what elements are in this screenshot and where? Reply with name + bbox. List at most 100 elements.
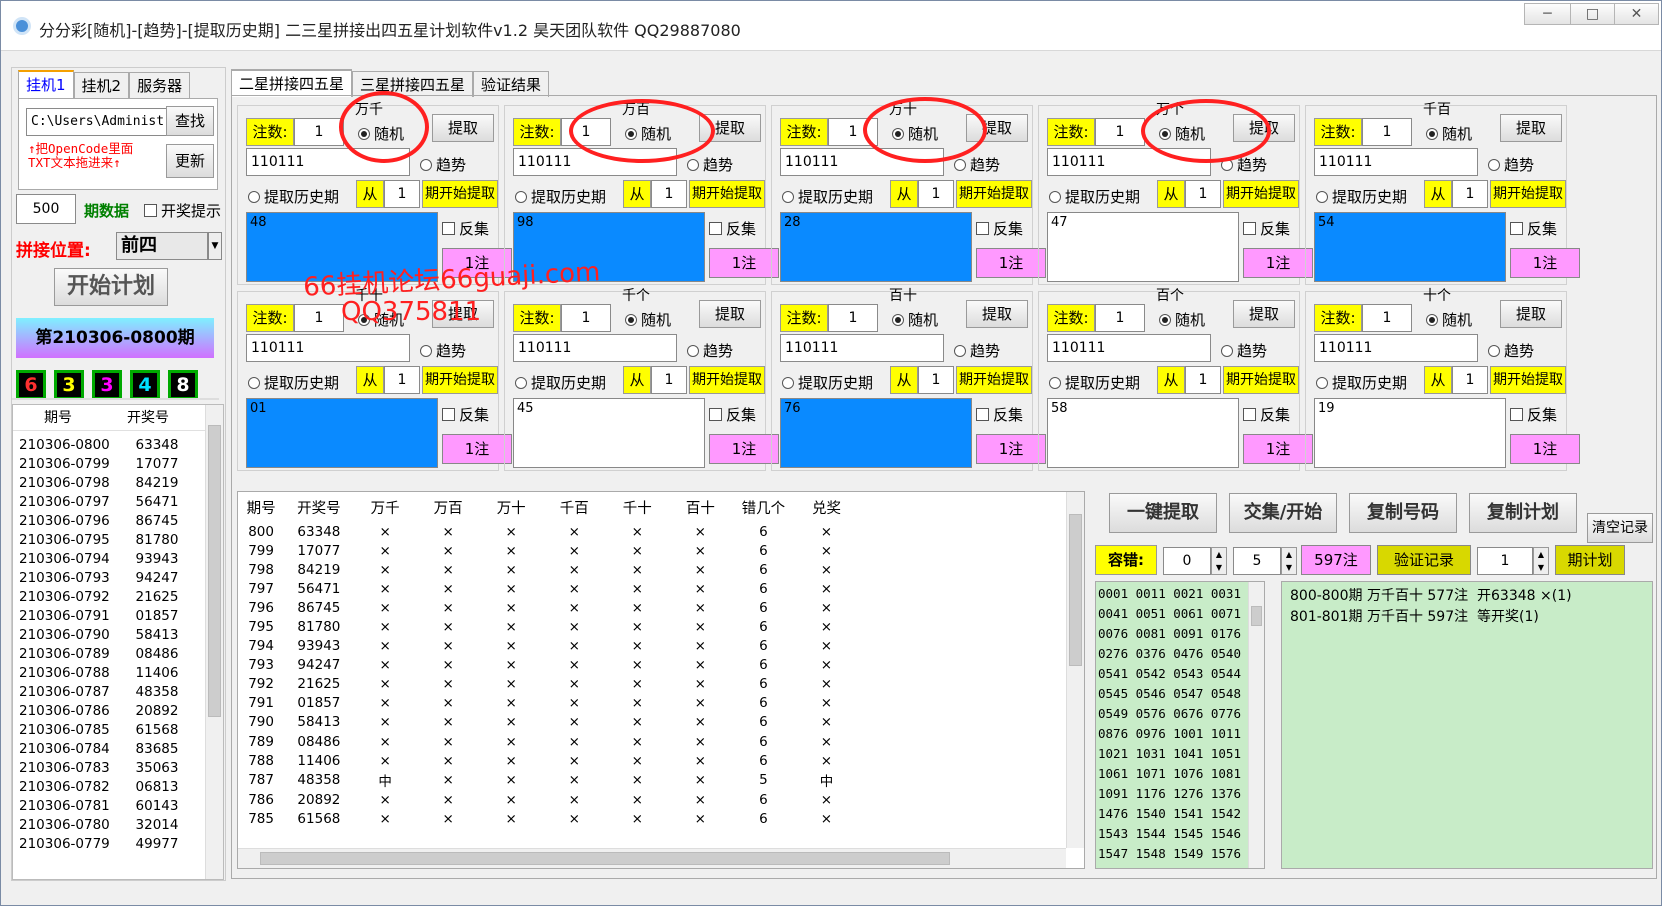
tolerance-max-spinner[interactable]: ▲ ▼: [1281, 547, 1297, 575]
history-scrollbar[interactable]: [205, 405, 223, 879]
tolerance-min-input[interactable]: 0: [1163, 547, 1211, 575]
history-row[interactable]: 210306-0795 81780: [19, 530, 189, 549]
scroll-thumb[interactable]: [260, 852, 950, 865]
history-radio[interactable]: 提取历史期: [248, 186, 339, 207]
random-radio[interactable]: 随机: [1426, 309, 1472, 330]
history-row[interactable]: 210306-0779 49977: [19, 834, 189, 853]
intersect-start-button[interactable]: 交集/开始: [1229, 493, 1337, 533]
plan-periods-input[interactable]: 1: [1477, 547, 1533, 575]
history-row[interactable]: 210306-0796 86745: [19, 511, 189, 530]
reverse-checkbox[interactable]: 反集: [1243, 218, 1290, 239]
random-radio[interactable]: 随机: [1426, 123, 1472, 144]
grid-row[interactable]: 785 61568 × × × × × × 6 ×: [238, 809, 858, 828]
result-box[interactable]: 58: [1047, 398, 1239, 468]
grid-column-header[interactable]: 万百: [417, 492, 480, 522]
grid-column-header[interactable]: 期号: [238, 492, 284, 522]
from-period-input[interactable]: 1: [1185, 180, 1221, 208]
history-row[interactable]: 210306-0799 17077: [19, 454, 189, 473]
chevron-down-icon[interactable]: ▼: [208, 232, 222, 260]
history-radio[interactable]: 提取历史期: [1316, 372, 1407, 393]
bet-count-input[interactable]: 1: [561, 304, 611, 332]
one-bet-button[interactable]: 1注: [1243, 434, 1313, 464]
grid-row[interactable]: 794 93943 × × × × × × 6 ×: [238, 637, 858, 656]
history-radio[interactable]: 提取历史期: [782, 372, 873, 393]
start-plan-button[interactable]: 开始计划: [54, 268, 168, 306]
bet-count-input[interactable]: 1: [1362, 304, 1412, 332]
result-box[interactable]: 76: [780, 398, 972, 468]
bet-count-input[interactable]: 1: [1095, 304, 1145, 332]
history-row[interactable]: 210306-0785 61568: [19, 720, 189, 739]
clear-records-button[interactable]: 清空记录: [1587, 513, 1653, 543]
history-row[interactable]: 210306-0782 06813: [19, 777, 189, 796]
tolerance-min-spinner[interactable]: ▲ ▼: [1211, 547, 1227, 575]
grid-row[interactable]: 799 17077 × × × × × × 6 ×: [238, 541, 858, 560]
grid-column-header[interactable]: 万十: [480, 492, 543, 522]
plan-periods-spinner[interactable]: ▲ ▼: [1533, 547, 1549, 575]
extract-button[interactable]: 提取: [1233, 300, 1295, 328]
lookup-button[interactable]: 查找: [166, 106, 214, 136]
grid-column-header[interactable]: 兑奖: [795, 492, 858, 522]
random-radio[interactable]: 随机: [1159, 309, 1205, 330]
verify-record-button[interactable]: 验证记录: [1377, 545, 1471, 575]
reverse-checkbox[interactable]: 反集: [442, 218, 489, 239]
grid-column-header[interactable]: 错几个: [732, 492, 795, 522]
history-row[interactable]: 210306-0798 84219: [19, 473, 189, 492]
one-bet-button[interactable]: 1注: [1243, 248, 1313, 278]
from-period-input[interactable]: 1: [918, 366, 954, 394]
result-box[interactable]: 28: [780, 212, 972, 282]
extract-button[interactable]: 提取: [432, 114, 494, 142]
trend-radio[interactable]: 趋势: [954, 340, 1000, 361]
bet-count-input[interactable]: 1: [828, 304, 878, 332]
history-row[interactable]: 210306-0789 08486: [19, 644, 189, 663]
history-col-number[interactable]: 开奖号: [103, 405, 193, 430]
grid-row[interactable]: 790 58413 × × × × × × 6 ×: [238, 713, 858, 732]
grid-row[interactable]: 786 20892 × × × × × × 6 ×: [238, 790, 858, 809]
codes-scrollbar[interactable]: [1248, 582, 1264, 868]
one-click-extract-button[interactable]: 一键提取: [1109, 493, 1217, 533]
history-row[interactable]: 210306-0787 48358: [19, 682, 189, 701]
one-bet-button[interactable]: 1注: [442, 434, 512, 464]
history-radio[interactable]: 提取历史期: [782, 186, 873, 207]
count-button[interactable]: 597注: [1301, 545, 1371, 575]
history-radio[interactable]: 提取历史期: [1316, 186, 1407, 207]
from-period-input[interactable]: 1: [384, 366, 420, 394]
trend-radio[interactable]: 趋势: [1488, 154, 1534, 175]
grid-column-header[interactable]: 千十: [606, 492, 669, 522]
tab-two-star[interactable]: 二星拼接四五星: [231, 69, 353, 97]
extract-button[interactable]: 提取: [966, 300, 1028, 328]
history-row[interactable]: 210306-0794 93943: [19, 549, 189, 568]
reverse-checkbox[interactable]: 反集: [442, 404, 489, 425]
history-radio[interactable]: 提取历史期: [1049, 372, 1140, 393]
grid-row[interactable]: 798 84219 × × × × × × 6 ×: [238, 560, 858, 579]
grid-row[interactable]: 797 56471 × × × × × × 6 ×: [238, 579, 858, 598]
from-period-input[interactable]: 1: [918, 180, 954, 208]
pattern-input[interactable]: 110111: [1047, 334, 1211, 362]
random-radio[interactable]: 随机: [892, 309, 938, 330]
one-bet-button[interactable]: 1注: [709, 434, 779, 464]
one-bet-button[interactable]: 1注: [976, 434, 1046, 464]
maximize-button[interactable]: □: [1570, 3, 1615, 25]
result-box[interactable]: 01: [246, 398, 438, 468]
from-period-input[interactable]: 1: [1185, 366, 1221, 394]
history-row[interactable]: 210306-0784 83685: [19, 739, 189, 758]
grid-column-header[interactable]: 千百: [543, 492, 606, 522]
grid-column-header[interactable]: 万千: [354, 492, 417, 522]
pattern-input[interactable]: 110111: [1314, 334, 1478, 362]
copy-numbers-button[interactable]: 复制号码: [1349, 493, 1457, 533]
tab-guaji2[interactable]: 挂机2: [73, 72, 130, 98]
grid-row[interactable]: 800 63348 × × × × × × 6 ×: [238, 522, 858, 541]
grid-row[interactable]: 796 86745 × × × × × × 6 ×: [238, 598, 858, 617]
pattern-input[interactable]: 110111: [780, 334, 944, 362]
grid-row[interactable]: 788 11406 × × × × × × 6 ×: [238, 751, 858, 770]
reverse-checkbox[interactable]: 反集: [709, 218, 756, 239]
close-button[interactable]: ✕: [1614, 3, 1659, 25]
reverse-checkbox[interactable]: 反集: [1243, 404, 1290, 425]
scroll-thumb[interactable]: [208, 425, 221, 717]
minimize-button[interactable]: ─: [1524, 3, 1571, 25]
result-box[interactable]: 54: [1314, 212, 1506, 282]
history-radio[interactable]: 提取历史期: [1049, 186, 1140, 207]
from-period-input[interactable]: 1: [384, 180, 420, 208]
extract-button[interactable]: 提取: [1500, 300, 1562, 328]
reverse-checkbox[interactable]: 反集: [976, 218, 1023, 239]
tab-verify[interactable]: 验证结果: [473, 71, 550, 97]
